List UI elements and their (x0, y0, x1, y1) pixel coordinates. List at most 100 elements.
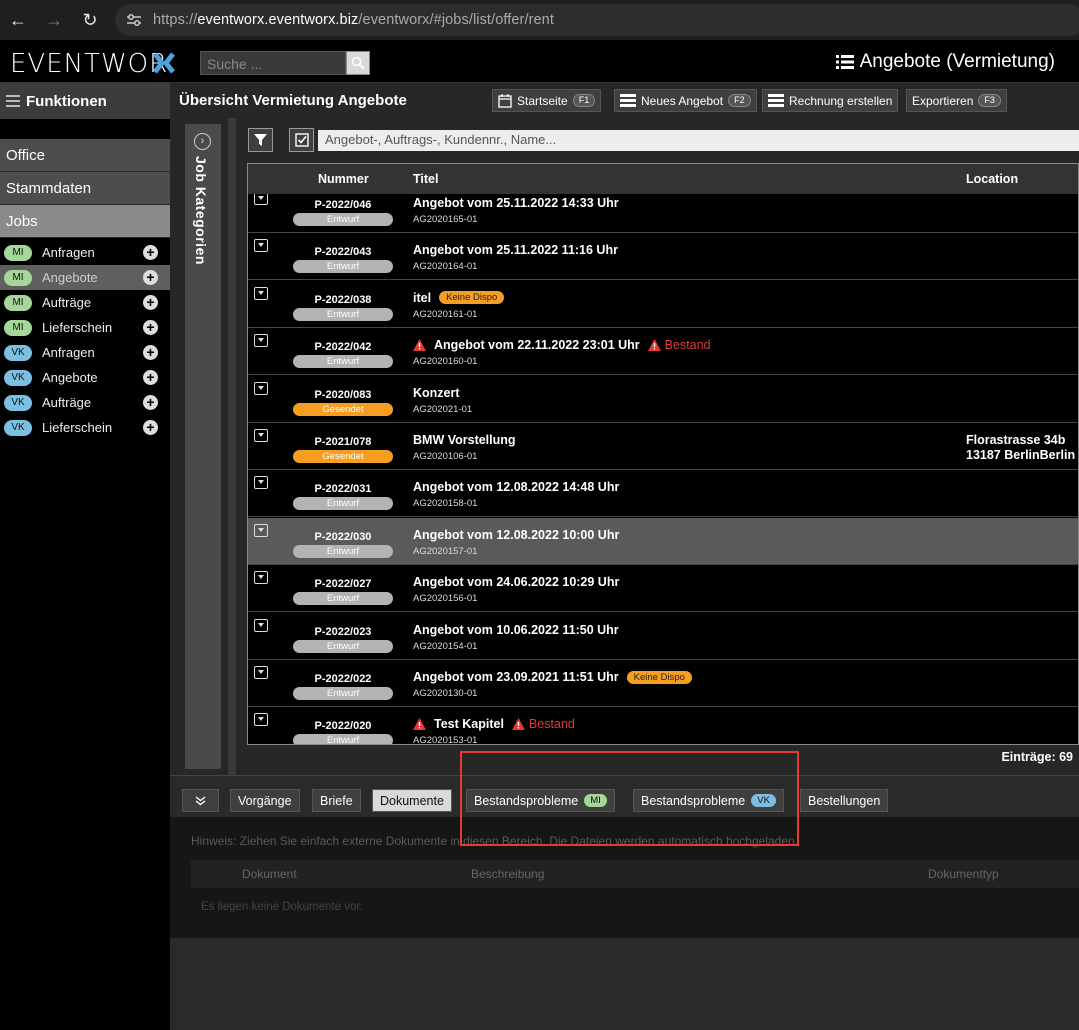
neues-angebot-button[interactable]: Neues Angebot F2 (614, 89, 757, 112)
filter-bar: Angebot-, Auftrags-, Kundennr., Name... (248, 128, 1079, 152)
back-icon[interactable]: ← (0, 0, 36, 40)
offer-number: P-2021/078 (314, 436, 372, 448)
add-icon[interactable]: + (143, 295, 158, 310)
expand-row-icon[interactable] (254, 571, 268, 585)
column-nummer[interactable]: Nummer (318, 172, 369, 186)
sidebar-section-stammdaten[interactable]: Stammdaten (0, 172, 170, 205)
table-row[interactable]: P-2022/027 Entwurf Angebot vom 24.06.2022 … (248, 565, 1078, 613)
sidebar-section-jobs[interactable]: Jobs (0, 205, 170, 238)
table-row[interactable]: P-2022/023 Entwurf Angebot vom 10.06.2022 … (248, 612, 1078, 660)
functions-header[interactable]: Funktionen (0, 83, 170, 119)
expand-row-icon[interactable] (254, 666, 268, 679)
column-beschreibung[interactable]: Beschreibung (471, 867, 544, 881)
table-row[interactable]: P-2022/020 Entwurf Test Kapitel Bestand AG20… (248, 707, 1078, 744)
offer-number: P-2020/083 (314, 388, 372, 401)
tab-bestellungen[interactable]: Bestellungen (800, 789, 889, 812)
add-icon[interactable]: + (143, 270, 158, 285)
filter-input[interactable]: Angebot-, Auftrags-, Kundennr., Name... (318, 130, 1079, 151)
shortcut-badge: F1 (572, 94, 596, 107)
sidebar-item-mi-lieferschein[interactable]: MI Lieferschein + (0, 315, 170, 340)
table-row[interactable]: P-2021/078 Gesendet BMW Vorstellung AG20201… (248, 423, 1078, 470)
select-all-button[interactable] (289, 128, 314, 152)
offer-subnumber: AG2020154-01 (413, 640, 478, 652)
search-icon (351, 56, 365, 70)
panel-divider[interactable] (228, 118, 236, 775)
tab-vorgaenge[interactable]: Vorgänge (230, 789, 300, 812)
expand-row-icon[interactable] (254, 286, 268, 300)
sidebar-item-vk-aufträge[interactable]: VK Aufträge + (0, 390, 170, 415)
offer-title: Angebot vom 25.11.2022 11:16 Uhr (413, 243, 618, 258)
offer-title: Angebot vom 22.11.2022 23:01 Uhr Bestand (413, 338, 711, 352)
sidebar-item-mi-angebote[interactable]: MI Angebote + (0, 265, 170, 290)
forward-icon[interactable]: → (36, 0, 72, 40)
table-header: Nummer Titel Location (248, 164, 1078, 194)
table-body: P-2022/046 Entwurf Angebot vom 25.11.2022 … (248, 194, 1078, 744)
offer-title: Test Kapitel Bestand (413, 717, 575, 731)
table-row[interactable]: P-2022/030 Entwurf Angebot vom 12.08.2022 … (248, 517, 1078, 565)
expand-row-icon[interactable] (254, 429, 268, 442)
column-titel[interactable]: Titel (413, 172, 438, 186)
expand-row-icon[interactable] (254, 194, 268, 205)
filter-button[interactable] (248, 128, 273, 152)
status-badge: Gesendet (293, 402, 393, 416)
exportieren-button[interactable]: Exportieren F3 (906, 89, 1007, 112)
add-icon[interactable]: + (143, 395, 158, 410)
sidebar-item-mi-anfragen[interactable]: MI Anfragen + (0, 240, 170, 265)
job-kategorien-panel[interactable]: › Job Kategorien (185, 124, 221, 769)
sidebar-item-badge: MI (4, 244, 32, 261)
expand-row-icon[interactable] (254, 523, 268, 537)
search-button[interactable] (346, 51, 370, 75)
sidebar-item-vk-lieferschein[interactable]: VK Lieferschein + (0, 415, 170, 440)
tab-briefe[interactable]: Briefe (312, 789, 361, 812)
sidebar-item-label: Angebote (42, 270, 98, 285)
address-bar[interactable]: https://eventworx.eventworx.biz/eventwor… (115, 4, 1079, 36)
column-location[interactable]: Location (966, 172, 1018, 186)
sidebar-item-vk-angebote[interactable]: VK Angebote + (0, 365, 170, 390)
offer-subnumber: AG2020106-01 (413, 451, 478, 462)
sidebar-item-label: Anfragen (42, 245, 95, 260)
expand-row-icon[interactable] (254, 476, 268, 490)
expand-row-icon[interactable] (254, 239, 268, 253)
warning-icon (413, 718, 426, 731)
reload-icon[interactable]: ↻ (72, 0, 108, 40)
sidebar-item-mi-aufträge[interactable]: MI Aufträge + (0, 290, 170, 315)
add-icon[interactable]: + (143, 370, 158, 385)
invoice-icon (768, 94, 784, 107)
add-icon[interactable]: + (143, 245, 158, 260)
table-row[interactable]: P-2022/038 Entwurf itel Keine Dispo AG202016… (248, 280, 1078, 328)
main-title: Übersicht Vermietung Angebote (179, 92, 407, 109)
startseite-button[interactable]: Startseite F1 (492, 89, 602, 112)
table-row[interactable]: P-2022/031 Entwurf Angebot vom 12.08.2022 … (248, 470, 1078, 518)
table-row[interactable]: P-2022/042 Entwurf Angebot vom 22.11.2022 … (248, 328, 1078, 376)
browser-toolbar: ← → ↻ https://eventworx.eventworx.biz/ev… (0, 0, 1079, 40)
search-input[interactable]: Suche ... (200, 51, 346, 75)
add-icon[interactable]: + (143, 320, 158, 335)
table-row[interactable]: P-2022/043 Entwurf Angebot vom 25.11.2022 … (248, 233, 1078, 281)
expand-row-icon[interactable] (254, 618, 268, 632)
tab-dokumente[interactable]: Dokumente (372, 789, 452, 812)
table-row[interactable]: P-2020/083 Gesendet Konzert AG202021-01 (248, 375, 1078, 423)
site-settings-icon[interactable] (123, 9, 145, 31)
offer-subnumber: AG2020160-01 (413, 356, 478, 368)
app-logo[interactable]: EVENTWOR (10, 49, 168, 79)
offer-title: Konzert (413, 385, 460, 400)
keine-dispo-badge: Keine Dispo (439, 291, 505, 305)
expand-row-icon[interactable] (254, 381, 268, 395)
page-title: Angebote (Vermietung) (835, 51, 1055, 73)
expand-panel-icon[interactable]: › (194, 133, 211, 150)
expand-row-icon[interactable] (254, 713, 268, 727)
table-row[interactable]: P-2022/022 Entwurf Angebot vom 23.09.2021 … (248, 660, 1078, 707)
column-dokumenttyp[interactable]: Dokumenttyp (928, 867, 999, 881)
sidebar-section-office[interactable]: Office (0, 139, 170, 172)
table-row[interactable]: P-2022/046 Entwurf Angebot vom 25.11.2022 … (248, 194, 1078, 233)
add-icon[interactable]: + (143, 345, 158, 360)
sidebar-item-vk-anfragen[interactable]: VK Anfragen + (0, 340, 170, 365)
offer-subnumber: AG2020158-01 (413, 498, 478, 510)
offers-table: Nummer Titel Location P-2022/046 Entwurf A… (247, 163, 1079, 745)
expand-row-icon[interactable] (254, 334, 268, 348)
collapse-panel-button[interactable] (182, 789, 219, 812)
rechnung-erstellen-button[interactable]: Rechnung erstellen (762, 89, 899, 112)
column-dokument[interactable]: Dokument (242, 867, 297, 881)
offer-number: P-2022/031 (314, 483, 372, 496)
add-icon[interactable]: + (143, 420, 158, 435)
